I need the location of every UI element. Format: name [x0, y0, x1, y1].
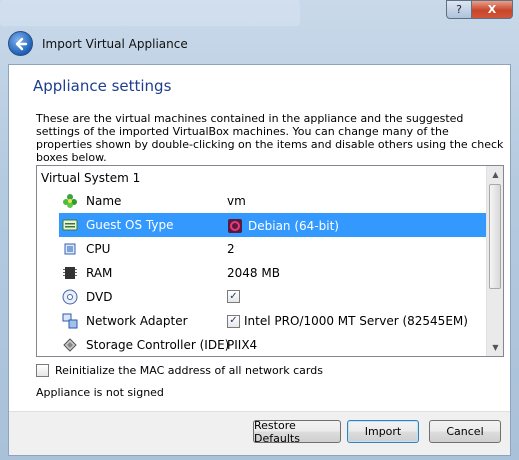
- setting-row-cpu[interactable]: CPU 2: [59, 237, 486, 261]
- restore-defaults-button[interactable]: Restore Defaults: [253, 419, 341, 445]
- page-title: Appliance settings: [33, 77, 172, 95]
- os-type-icon: [62, 217, 78, 233]
- back-arrow-icon: [15, 37, 27, 50]
- setting-value[interactable]: vm: [227, 194, 246, 208]
- ram-icon: [62, 265, 78, 281]
- setting-value[interactable]: PIIX4: [227, 338, 257, 352]
- setting-row-guest-os-type[interactable]: Guest OS Type Debian (64-bit): [59, 213, 486, 237]
- name-icon: [62, 193, 78, 209]
- setting-row-storage-controller[interactable]: Storage Controller (IDE) PIIX4: [59, 333, 486, 356]
- setting-value-text: Debian (64-bit): [248, 219, 339, 233]
- storage-controller-icon: [62, 337, 78, 353]
- network-adapter-icon: [62, 313, 78, 329]
- title-bar: Import Virtual Appliance: [0, 26, 519, 64]
- setting-label: DVD: [86, 290, 113, 304]
- background-blur: [0, 0, 300, 26]
- setting-label: Network Adapter: [86, 314, 188, 328]
- help-button[interactable]: ?: [446, 0, 472, 19]
- page-description: These are the virtual machines contained…: [36, 112, 504, 164]
- setting-value[interactable]: 2048 MB: [227, 266, 280, 280]
- cpu-icon: [62, 241, 78, 257]
- signature-status: Appliance is not signed: [36, 386, 164, 399]
- window-title: Import Virtual Appliance: [42, 37, 188, 51]
- setting-label: Storage Controller (IDE): [86, 338, 230, 352]
- setting-label: Guest OS Type: [86, 218, 174, 232]
- setting-label: RAM: [86, 266, 113, 280]
- scroll-up-arrow-icon[interactable]: ▲: [487, 166, 503, 183]
- reinit-mac-label[interactable]: Reinitialize the MAC address of all netw…: [55, 364, 323, 377]
- setting-value-text: Intel PRO/1000 MT Server (82545EM): [244, 314, 468, 328]
- dvd-icon: [62, 289, 78, 305]
- setting-label: Name: [86, 194, 122, 208]
- virtual-system-label[interactable]: Virtual System 1: [41, 171, 140, 185]
- debian-icon: [228, 219, 242, 233]
- setting-row-dvd[interactable]: DVD ✓: [59, 285, 486, 309]
- setting-value[interactable]: Debian (64-bit): [227, 218, 339, 234]
- reinit-mac-option[interactable]: Reinitialize the MAC address of all netw…: [36, 364, 323, 377]
- appliance-settings-tree[interactable]: Virtual System 1 Name vm Guest OS Type D…: [36, 165, 504, 357]
- setting-value[interactable]: 2: [227, 242, 235, 256]
- setting-row-name[interactable]: Name vm: [59, 189, 486, 213]
- window-controls: ? X: [446, 0, 513, 19]
- scroll-thumb[interactable]: [489, 184, 501, 289]
- vertical-scrollbar[interactable]: ▲ ▼: [486, 166, 503, 356]
- scroll-down-arrow-icon[interactable]: ▼: [487, 339, 503, 356]
- setting-value[interactable]: ✓: [227, 290, 240, 303]
- close-button[interactable]: X: [471, 0, 513, 19]
- dvd-checkbox[interactable]: ✓: [227, 290, 240, 303]
- cancel-button[interactable]: Cancel: [429, 420, 501, 443]
- setting-label: CPU: [86, 242, 111, 256]
- setting-value[interactable]: ✓ Intel PRO/1000 MT Server (82545EM): [227, 314, 468, 328]
- network-adapter-checkbox[interactable]: ✓: [227, 314, 240, 328]
- back-button[interactable]: [8, 31, 33, 56]
- reinit-mac-checkbox[interactable]: [36, 364, 49, 377]
- setting-row-ram[interactable]: RAM 2048 MB: [59, 261, 486, 285]
- setting-row-network-adapter[interactable]: Network Adapter ✓ Intel PRO/1000 MT Serv…: [59, 309, 486, 333]
- import-button[interactable]: Import: [347, 420, 419, 443]
- wizard-page: Appliance settings These are the virtual…: [8, 64, 511, 456]
